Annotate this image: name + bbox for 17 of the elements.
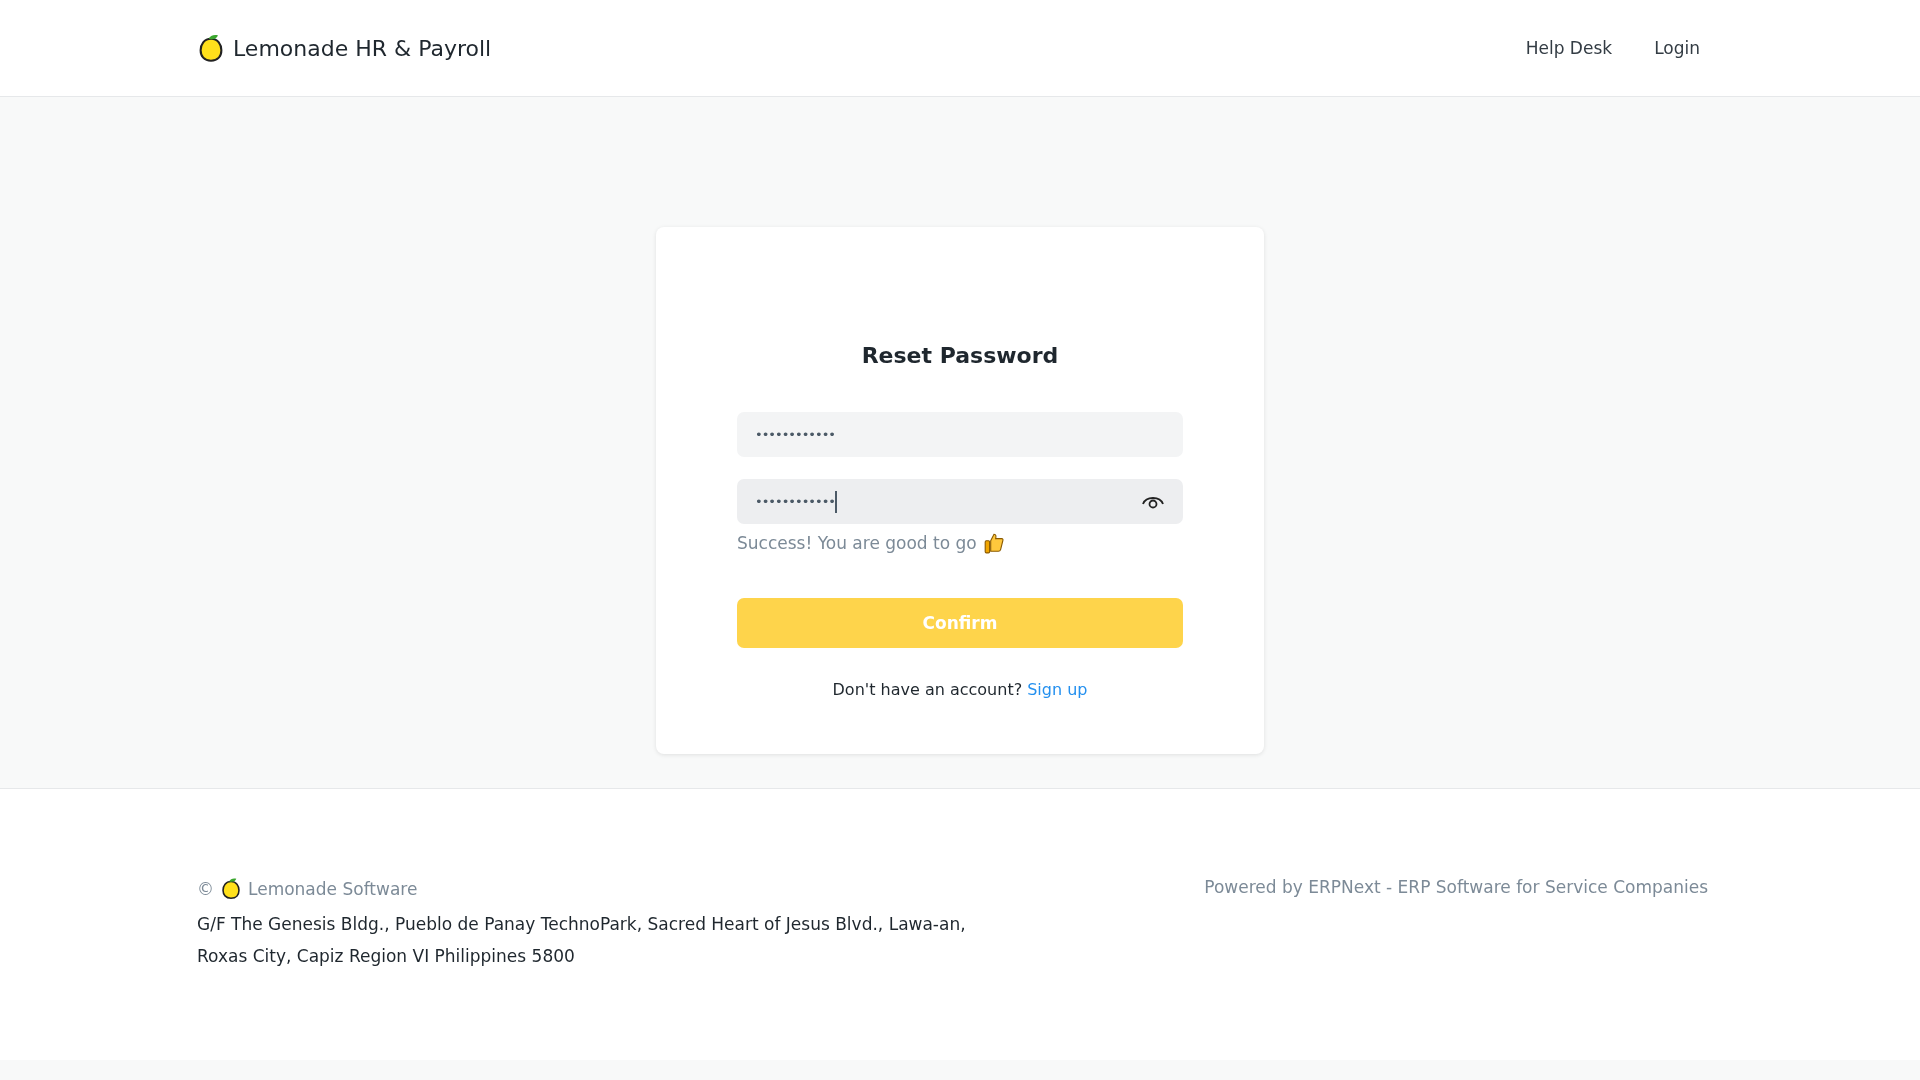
brand-name[interactable]: Lemonade HR & Payroll — [233, 35, 492, 61]
password-field[interactable]: •••••••••••• — [737, 479, 1183, 524]
company-address: G/F The Genesis Bldg., Pueblo de Panay TechnoPark, Sacred Heart of Jesus Blvd., Lawa-an, Roxas City, Capiz Region VI Philippines 5800 — [197, 913, 967, 968]
lemon-icon — [197, 33, 225, 63]
signup-link[interactable]: Sign up — [1027, 680, 1088, 699]
password-field[interactable]: •••••••••••• — [737, 412, 1183, 457]
card-title: Reset Password — [860, 343, 1060, 368]
signup-prompt: Don't have an account? — [832, 680, 1023, 699]
success-message: Success! You are good to go — [737, 533, 977, 553]
nav-link[interactable]: Login — [1654, 38, 1700, 58]
text-cursor — [835, 490, 837, 513]
copyright-symbol: © — [197, 878, 214, 899]
thumbs-up-icon — [982, 532, 1005, 554]
powered-by-text: Powered by ERPNext - ERP Software for Service Companies — [1204, 877, 1708, 899]
nav-link[interactable]: Help Desk — [1525, 38, 1613, 58]
lemon-icon — [220, 877, 242, 900]
company-name: Lemonade Software — [248, 878, 418, 899]
